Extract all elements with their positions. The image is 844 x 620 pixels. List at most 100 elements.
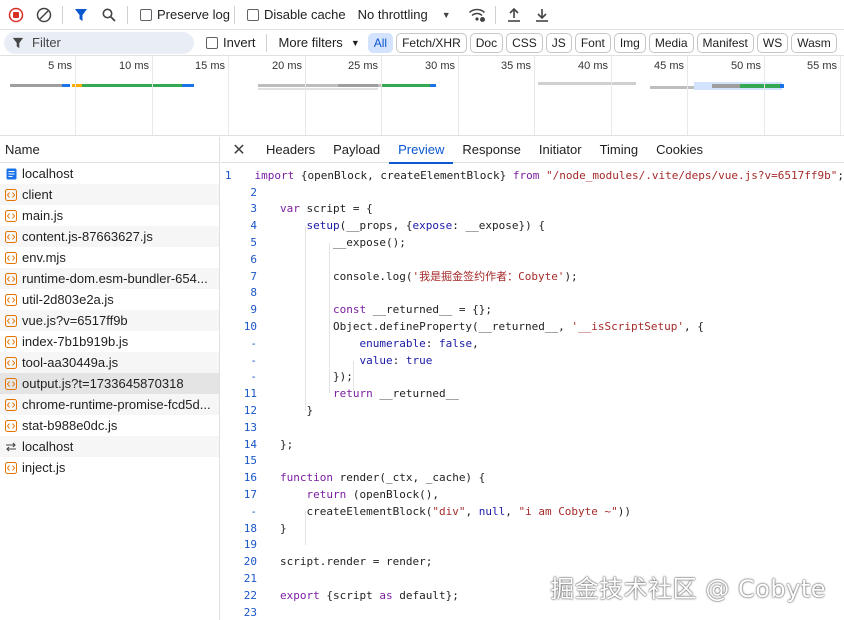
request-detail-panel: ✕ Headers Payload Preview Response Initiator… xyxy=(221,137,844,620)
request-row[interactable]: localhost xyxy=(0,163,219,184)
script-icon xyxy=(5,314,17,327)
line-number: 20 xyxy=(243,555,257,569)
filter-chip-font[interactable]: Font xyxy=(574,32,611,53)
document-icon xyxy=(5,168,17,180)
request-row[interactable]: inject.js xyxy=(0,457,219,478)
timeline-overview[interactable]: 5 ms 10 ms 15 ms 20 ms 25 ms 30 ms 35 ms 40 ms 4… xyxy=(0,56,844,136)
name-column-header[interactable]: Name xyxy=(0,137,219,163)
request-row[interactable]: env.mjs xyxy=(0,247,219,268)
invert-label: Invert xyxy=(223,35,256,50)
request-name: tool-aa30449a.js xyxy=(22,355,119,370)
tab-response[interactable]: Response xyxy=(453,137,530,163)
filter-chip-css[interactable]: CSS xyxy=(506,32,543,53)
disable-cache-checkbox[interactable]: Disable cache xyxy=(246,7,346,22)
clear-icon[interactable] xyxy=(30,1,58,29)
filter-chip-manifest[interactable]: Manifest xyxy=(696,32,754,53)
tab-cookies[interactable]: Cookies xyxy=(647,137,712,163)
script-icon xyxy=(5,272,17,285)
throttling-select[interactable]: No throttling ▼ xyxy=(358,7,451,22)
request-name: content.js-87663627.js xyxy=(22,229,153,244)
request-row[interactable]: content.js-87663627.js xyxy=(0,226,219,247)
line-number: 3 xyxy=(250,202,257,216)
search-icon[interactable] xyxy=(95,1,123,29)
request-row[interactable]: localhost xyxy=(0,436,219,457)
request-row[interactable]: util-2d803e2a.js xyxy=(0,289,219,310)
more-filters-dropdown[interactable]: More filters ▼ xyxy=(279,35,360,50)
more-filters-label: More filters xyxy=(278,35,343,50)
filter-chip-fetch-xhr[interactable]: Fetch/XHR xyxy=(396,32,467,53)
request-row[interactable]: index-7b1b919b.js xyxy=(0,331,219,352)
timeline-gridline xyxy=(228,56,229,135)
indent-guide xyxy=(305,226,306,411)
code-line: 19 xyxy=(221,537,844,554)
close-icon[interactable]: ✕ xyxy=(221,140,257,160)
line-number: 11 xyxy=(243,387,257,401)
timeline-tick-label: 30 ms xyxy=(425,60,455,72)
chevron-down-icon: ▼ xyxy=(350,37,360,48)
request-name: localhost xyxy=(22,166,74,181)
indent-guide xyxy=(353,361,354,393)
request-row[interactable]: client xyxy=(0,184,219,205)
tab-initiator[interactable]: Initiator xyxy=(530,137,591,163)
script-icon xyxy=(5,377,17,390)
timeline-bar xyxy=(740,84,780,88)
request-name: client xyxy=(22,187,53,202)
timeline-bar xyxy=(182,84,194,87)
code-text: enumerable: false, xyxy=(359,336,479,350)
filter-funnel-icon[interactable] xyxy=(67,1,95,29)
request-name: chrome-runtime-promise-fcd5d... xyxy=(22,397,211,412)
code-line: - enumerable: false, xyxy=(221,335,844,352)
toolbar-divider xyxy=(494,5,496,24)
network-conditions-wifi-icon[interactable] xyxy=(463,1,491,29)
code-text: Object.defineProperty(__returned__, '__i… xyxy=(280,320,704,334)
checkbox-box[interactable] xyxy=(140,8,152,21)
preserve-log-checkbox[interactable]: Preserve log xyxy=(140,7,230,22)
request-row[interactable]: vue.js?v=6517ff9b xyxy=(0,310,219,331)
filter-input[interactable]: Filter xyxy=(4,31,194,54)
code-line: 7 console.log('我是掘金签约作者：Cobyte'); xyxy=(221,268,844,285)
filter-chip-img[interactable]: Img xyxy=(613,32,646,53)
watermark-text: 掘金技术社区 @ Cobyte xyxy=(550,575,826,603)
code-text: var script = { xyxy=(280,202,373,216)
request-row[interactable]: chrome-runtime-promise-fcd5d... xyxy=(0,394,219,415)
script-icon xyxy=(5,209,17,222)
line-number: 7 xyxy=(250,269,257,283)
timeline-bar xyxy=(10,84,62,87)
tab-timing[interactable]: Timing xyxy=(591,137,648,163)
code-text: __expose(); xyxy=(280,236,406,250)
code-line: 11 return __returned__ xyxy=(221,385,844,402)
tab-payload[interactable]: Payload xyxy=(324,137,389,163)
line-number: 15 xyxy=(243,454,257,468)
request-row[interactable]: runtime-dom.esm-bundler-654... xyxy=(0,268,219,289)
import-har-upload-icon[interactable] xyxy=(500,1,528,29)
script-icon xyxy=(5,419,17,432)
filter-chip-ws[interactable]: WS xyxy=(756,32,789,53)
timeline-bar xyxy=(382,84,430,87)
code-line: 4 setup(__props, {expose: __expose}) { xyxy=(221,217,844,234)
timeline-gridline xyxy=(840,56,841,135)
filter-chip-wasm[interactable]: Wasm xyxy=(791,32,837,53)
filter-chip-doc[interactable]: Doc xyxy=(469,32,504,53)
toolbar-divider xyxy=(62,5,63,24)
record-stop-icon[interactable] xyxy=(2,1,30,29)
line-number: 12 xyxy=(243,404,257,418)
request-row[interactable]: tool-aa30449a.js xyxy=(0,352,219,373)
code-text: } xyxy=(280,521,287,535)
checkbox-box[interactable] xyxy=(206,36,218,49)
request-row[interactable]: output.js?t=1733645870318 xyxy=(0,373,219,394)
invert-checkbox[interactable]: Invert xyxy=(206,35,256,50)
filter-chip-js[interactable]: JS xyxy=(545,32,572,53)
code-line: 1 import {openBlock, createElementBlock} … xyxy=(221,167,844,184)
filter-chip-media[interactable]: Media xyxy=(648,32,694,53)
detail-tabs: ✕ Headers Payload Preview Response Initiator… xyxy=(221,137,844,164)
export-har-download-icon[interactable] xyxy=(528,1,556,29)
tab-headers[interactable]: Headers xyxy=(257,137,324,163)
checkbox-box[interactable] xyxy=(246,8,259,21)
tab-preview[interactable]: Preview xyxy=(389,137,454,164)
filter-chip-all[interactable]: All xyxy=(367,32,394,53)
request-row[interactable]: stat-b988e0dc.js xyxy=(0,415,219,436)
request-row[interactable]: main.js xyxy=(0,205,219,226)
request-name: localhost xyxy=(22,439,74,454)
request-name: stat-b988e0dc.js xyxy=(22,418,118,433)
script-icon xyxy=(5,398,17,411)
